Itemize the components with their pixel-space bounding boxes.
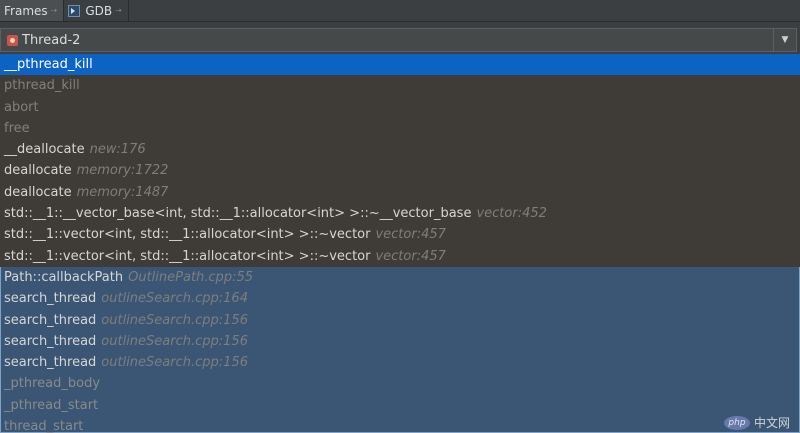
- frame-function: thread_start: [4, 419, 84, 433]
- frame-row[interactable]: pthread_kill: [0, 75, 800, 97]
- watermark-text: 中文网: [753, 416, 790, 430]
- tab-frames-label: Frames: [4, 3, 48, 18]
- frame-function: std::__1::__vector_base<int, std::__1::a…: [4, 206, 472, 222]
- frame-row[interactable]: deallocate memory:1722: [0, 160, 800, 182]
- frame-function: __deallocate: [4, 142, 85, 158]
- frame-row[interactable]: thread_start: [0, 416, 800, 433]
- frame-location: vector:452: [476, 206, 547, 222]
- frame-function: abort: [4, 99, 39, 115]
- frames-list: __pthread_kill pthread_kill abort free _…: [0, 54, 800, 433]
- frame-row[interactable]: std::__1::vector<int, std::__1::allocato…: [0, 245, 800, 267]
- frame-row[interactable]: std::__1::__vector_base<int, std::__1::a…: [0, 203, 800, 225]
- frame-row[interactable]: search_thread outlineSearch.cpp:156: [0, 331, 800, 352]
- frame-function: Path::callbackPath: [4, 269, 124, 285]
- frame-function: deallocate: [4, 163, 72, 179]
- pin-icon[interactable]: ⇢: [51, 6, 58, 15]
- frame-function: search_thread: [4, 312, 97, 328]
- debug-tab-bar: Frames ⇢ GDB ⇢: [0, 0, 800, 433]
- frame-row[interactable]: __pthread_kill: [0, 54, 800, 76]
- watermark: php 中文网: [723, 414, 790, 431]
- thread-selector-value: Thread-2: [22, 32, 81, 48]
- frame-location: OutlinePath.cpp:55: [128, 269, 253, 285]
- frame-row[interactable]: search_thread outlineSearch.cpp:156: [0, 352, 800, 373]
- frame-row[interactable]: search_thread outlineSearch.cpp:156: [0, 310, 800, 331]
- frame-function: pthread_kill: [4, 78, 80, 94]
- frame-location: outlineSearch.cpp:156: [101, 333, 248, 349]
- frame-function: std::__1::vector<int, std::__1::allocato…: [4, 227, 371, 243]
- frame-location: memory:1722: [76, 163, 169, 179]
- frame-function: search_thread: [4, 355, 97, 371]
- frame-location: vector:457: [375, 248, 446, 264]
- frame-function: deallocate: [4, 184, 72, 200]
- frame-row[interactable]: search_thread outlineSearch.cpp:164: [0, 288, 800, 309]
- frame-location: vector:457: [375, 227, 446, 243]
- frame-location: new:176: [89, 142, 146, 158]
- frame-location: outlineSearch.cpp:156: [101, 312, 248, 328]
- frame-function: std::__1::vector<int, std::__1::allocato…: [4, 248, 371, 264]
- thread-icon: [7, 34, 18, 46]
- frame-function: __pthread_kill: [4, 57, 93, 72]
- thread-selector[interactable]: Thread-2 ▼: [0, 28, 797, 52]
- frame-row[interactable]: __deallocate new:176: [0, 139, 800, 161]
- frame-location: memory:1487: [76, 184, 169, 200]
- pin-icon[interactable]: ⇢: [115, 6, 122, 15]
- frame-row[interactable]: _pthread_body: [0, 373, 800, 394]
- tab-gdb[interactable]: GDB ⇢: [64, 0, 129, 21]
- frame-function: _pthread_start: [4, 397, 99, 413]
- php-logo: php: [723, 415, 750, 430]
- frame-function: _pthread_body: [4, 376, 101, 392]
- frame-row[interactable]: deallocate memory:1487: [0, 181, 800, 204]
- frame-row[interactable]: abort: [0, 96, 800, 118]
- frame-row[interactable]: free: [0, 117, 800, 140]
- frame-function: search_thread: [4, 291, 97, 307]
- frame-row[interactable]: _pthread_start: [0, 395, 800, 416]
- frame-location: outlineSearch.cpp:156: [101, 355, 248, 371]
- tab-gdb-label: GDB: [85, 3, 113, 18]
- gdb-console-icon: [68, 4, 81, 17]
- frame-location: outlineSearch.cpp:164: [101, 291, 248, 307]
- frame-row[interactable]: Path::callbackPath OutlinePath.cpp:55: [0, 267, 800, 288]
- chevron-down-icon[interactable]: ▼: [773, 29, 796, 51]
- frame-row[interactable]: std::__1::vector<int, std::__1::allocato…: [0, 224, 800, 246]
- frame-function: free: [4, 120, 30, 136]
- tab-frames[interactable]: Frames ⇢: [0, 0, 800, 433]
- frame-function: search_thread: [4, 333, 97, 349]
